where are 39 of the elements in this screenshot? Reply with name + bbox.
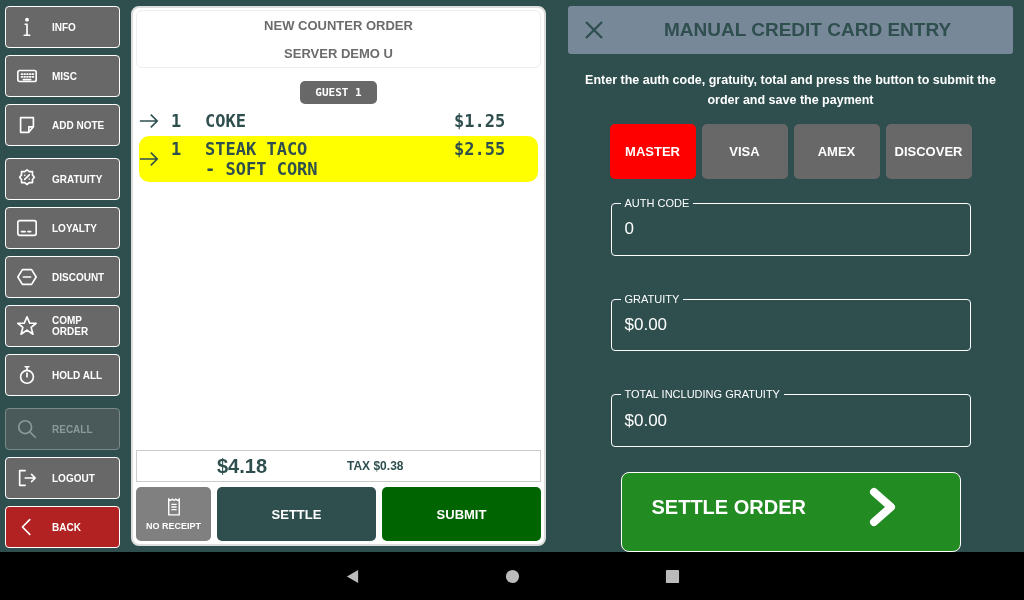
sidebar-button[interactable]: COMP ORDER <box>5 305 120 347</box>
sidebar-button[interactable]: HOLD ALL <box>5 354 120 396</box>
order-title: NEW COUNTER ORDER <box>264 17 413 33</box>
arrow-right-icon <box>139 113 159 129</box>
server-name: SERVER DEMO U <box>284 45 393 61</box>
instructions-text: Enter the auth code, gratuity, total and press the button to submit the order and save the payment <box>584 71 997 109</box>
dialog-title: MANUAL CREDIT CARD ENTRY <box>664 18 952 41</box>
sidebar-button[interactable]: MISC <box>5 55 120 97</box>
card-type-button[interactable]: MASTER <box>609 123 696 179</box>
sidebar-button[interactable]: GRATUITY <box>5 158 120 200</box>
sidebar-button[interactable]: LOGOUT <box>5 457 120 499</box>
order-action-button[interactable]: SUBMIT <box>382 487 541 541</box>
sidebar-button[interactable]: DISCOUNT <box>5 256 120 298</box>
receipt-icon <box>166 497 181 517</box>
arrow-right-icon <box>139 151 159 167</box>
order-action-button[interactable]: NO RECEIPT <box>136 487 211 541</box>
star-icon <box>16 315 38 337</box>
sidebar-button[interactable]: INFO <box>5 6 120 48</box>
card-type-button[interactable]: VISA <box>701 123 788 179</box>
sidebar-button[interactable]: BACK <box>5 506 120 548</box>
settle-order-button[interactable]: SETTLE ORDER <box>620 472 961 552</box>
home-icon[interactable] <box>504 568 520 584</box>
logout-icon <box>16 467 38 489</box>
guest-badge[interactable]: GUEST 1 <box>300 81 377 104</box>
hexagon-minus-icon <box>16 266 38 288</box>
order-action-button[interactable]: SETTLE <box>217 487 376 541</box>
card-icon <box>16 217 38 239</box>
sidebar-button[interactable]: ADD NOTE <box>5 104 120 146</box>
card-type-button[interactable]: AMEX <box>793 123 880 179</box>
order-total: $4.18 <box>215 454 269 478</box>
recents-icon[interactable] <box>664 568 680 584</box>
sidebar-button[interactable]: LOYALTY <box>5 207 120 249</box>
search-icon <box>16 418 38 440</box>
tax-amount: TAX $0.38 <box>347 459 404 473</box>
chevron-right-icon <box>867 487 898 527</box>
back-icon[interactable] <box>344 568 360 584</box>
order-line[interactable]: 1 COKE $1.25 <box>139 108 538 134</box>
card-type-button[interactable]: DISCOVER <box>885 123 972 179</box>
close-icon[interactable] <box>584 19 604 40</box>
